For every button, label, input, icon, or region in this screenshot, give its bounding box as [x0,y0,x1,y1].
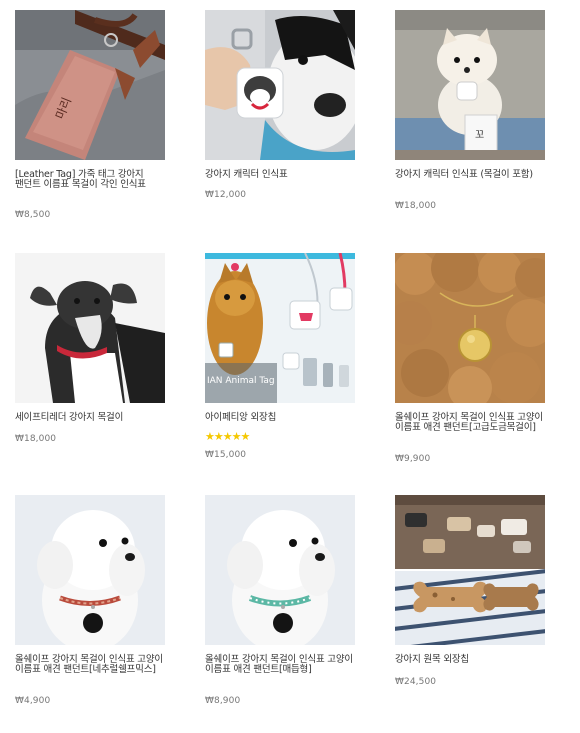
product-title[interactable]: 강아지 캐릭터 인식표 [205,170,357,180]
idphotag-yorkie-photo: IAN Animal Tag [205,253,355,403]
product-title[interactable]: 올쉐이프 강아지 목걸이 인식표 고양이 이름표 애견 팬던트[네추럴쉘프믹스] [15,655,167,675]
product-image[interactable]: 꼬 [395,10,545,160]
product-price: ₩8,500 [15,210,51,220]
whippet-collar-photo [15,253,165,403]
leather-tag-photo: 마리 [15,10,165,160]
white-dog-collar-red-photo [15,495,165,645]
product-image[interactable] [205,495,355,645]
rating-stars: ★★★★★ [205,430,250,443]
product-title[interactable]: 강아지 캐릭터 인식표 (목걸이 포함) [395,170,547,180]
product-title[interactable]: 강아지 원목 외장칩 [395,655,547,665]
product-title[interactable]: 올쉐이프 강아지 목걸이 인식표 고양이 이름표 애견 팬던트[매듭형] [205,655,357,675]
white-dog-collar-mint-photo [205,495,355,645]
product-price: ₩4,900 [15,696,51,706]
character-tag-bulldog-photo [205,10,355,160]
product-title[interactable]: 올쉐이프 강아지 목걸이 인식표 고양이 이름표 애견 팬던트[고급도금목걸이] [395,413,547,433]
product-title[interactable]: 세이프티레더 강아지 목걸이 [15,413,167,423]
product-image[interactable]: IAN Animal Tag [205,253,355,403]
product-price: ₩18,000 [395,201,437,211]
product-price: ₩18,000 [15,434,57,444]
product-title[interactable]: 아이페티앙 외장칩 [205,413,357,423]
product-image[interactable] [395,253,545,403]
image-caption: IAN Animal Tag [207,376,275,386]
product-price: ₩8,900 [205,696,241,706]
product-image[interactable] [15,253,165,403]
product-price: ₩12,000 [205,190,247,200]
character-tag-pomeranian-photo: 꼬 [395,10,545,160]
gold-tag-poodle-photo [395,253,545,403]
product-image[interactable]: 마리 [15,10,165,160]
product-price: ₩24,500 [395,677,437,687]
product-image[interactable] [205,10,355,160]
wooden-bone-chip-photo [395,495,545,645]
product-image[interactable] [15,495,165,645]
product-price: ₩15,000 [205,450,247,460]
product-image[interactable] [395,495,545,645]
product-price: ₩9,900 [395,454,431,464]
svg-text:꼬: 꼬 [475,130,484,141]
product-title[interactable]: [Leather Tag] 가죽 태그 강아지 팬던트 이름표 목걸이 각인 인… [15,170,167,190]
